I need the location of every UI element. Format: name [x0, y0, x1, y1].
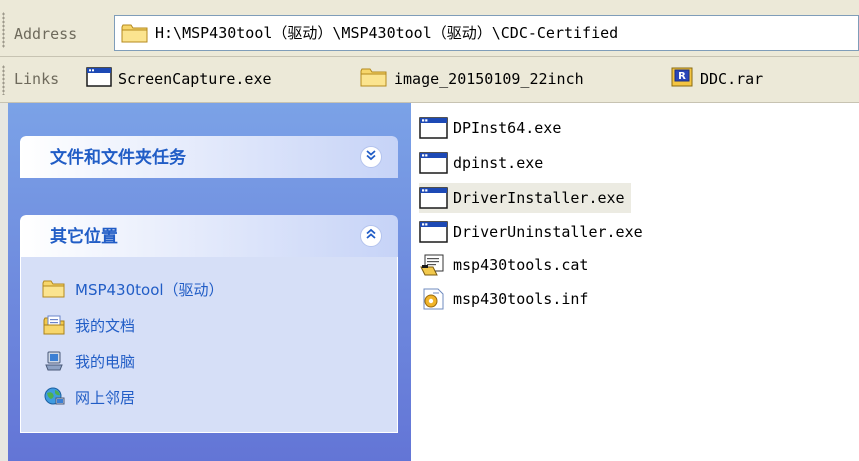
link-label: DDC.rar	[700, 70, 764, 88]
toolbar-grip[interactable]	[2, 65, 5, 95]
pane-edge	[0, 103, 8, 461]
file-name: msp430tools.cat	[453, 256, 589, 274]
folder-icon	[41, 279, 67, 299]
link-label: ScreenCapture.exe	[118, 70, 272, 88]
panel-title: 文件和文件夹任务	[50, 148, 186, 168]
rar-archive-icon: R	[670, 66, 694, 92]
file-name: dpinst.exe	[453, 154, 544, 172]
network-places-icon	[41, 386, 67, 408]
address-input[interactable]: H:\MSP430tool（驱动）\MSP430tool（驱动）\CDC-Cer…	[114, 15, 859, 51]
security-catalog-icon	[419, 253, 453, 277]
file-name: msp430tools.inf	[453, 290, 589, 308]
explorer-window: Address H:\MSP430tool（驱动）\MSP430tool（驱动）…	[0, 0, 859, 461]
toolbar-grip[interactable]	[2, 12, 5, 48]
place-my-documents[interactable]: 我的文档	[41, 311, 135, 339]
other-places-header[interactable]: 其它位置	[20, 215, 398, 257]
place-my-computer[interactable]: 我的电脑	[41, 347, 135, 375]
file-item-dpinst[interactable]: dpinst.exe	[419, 148, 549, 178]
place-network[interactable]: 网上邻居	[41, 383, 135, 411]
expand-chevrons-icon	[365, 149, 377, 165]
other-places-body: MSP430tool（驱动） 我的文档 我的电脑 网上邻居	[20, 257, 398, 433]
file-name: DriverInstaller.exe	[453, 189, 625, 207]
task-pane: 文件和文件夹任务 其它位置 MSP430tool（驱动） 我的文档 我的电脑 网…	[0, 103, 411, 461]
file-tasks-header[interactable]: 文件和文件夹任务	[20, 136, 398, 178]
file-name: DPInst64.exe	[453, 119, 562, 137]
other-places-panel: 其它位置 MSP430tool（驱动） 我的文档 我的电脑 网上邻居	[20, 215, 398, 433]
link-screencapture[interactable]: ScreenCapture.exe	[86, 65, 272, 93]
place-label: 网上邻居	[75, 388, 136, 407]
file-item-msp430tools-inf[interactable]: msp430tools.inf	[419, 284, 594, 314]
address-bar: Address H:\MSP430tool（驱动）\MSP430tool（驱动）…	[0, 0, 859, 57]
window-exe-icon	[419, 116, 453, 140]
file-name: DriverUninstaller.exe	[453, 223, 643, 241]
window-exe-icon	[419, 151, 453, 175]
collapse-chevrons-icon	[365, 228, 377, 244]
window-exe-icon	[86, 66, 112, 92]
window-exe-icon	[419, 220, 453, 244]
link-ddc-rar[interactable]: R DDC.rar	[670, 65, 763, 93]
expand-button[interactable]	[360, 146, 382, 168]
folder-icon	[121, 22, 149, 48]
file-item-driverinstaller[interactable]: DriverInstaller.exe	[419, 183, 631, 213]
file-list: DPInst64.exe dpinst.exe DriverInstaller.…	[411, 103, 859, 461]
collapse-button[interactable]	[360, 225, 382, 247]
folder-icon	[360, 66, 388, 92]
link-image-folder[interactable]: image_20150109_22inch	[360, 65, 584, 93]
address-label: Address	[14, 25, 78, 43]
file-item-dpinst64[interactable]: DPInst64.exe	[419, 113, 567, 143]
svg-text:R: R	[678, 71, 686, 82]
file-item-msp430tools-cat[interactable]: msp430tools.cat	[419, 250, 594, 280]
my-computer-icon	[41, 350, 67, 372]
setup-info-icon	[419, 287, 453, 311]
links-label: Links	[14, 70, 60, 88]
place-label: 我的电脑	[75, 352, 136, 371]
place-label: MSP430tool（驱动）	[75, 280, 224, 299]
file-tasks-panel: 文件和文件夹任务	[20, 136, 398, 178]
links-bar: Links ScreenCapture.exe image_20150109_2…	[0, 57, 859, 103]
panel-title: 其它位置	[50, 227, 118, 247]
address-path: H:\MSP430tool（驱动）\MSP430tool（驱动）\CDC-Cer…	[155, 24, 619, 42]
window-exe-icon	[419, 186, 453, 210]
file-item-driveruninstaller[interactable]: DriverUninstaller.exe	[419, 217, 649, 247]
place-label: 我的文档	[75, 316, 136, 335]
link-label: image_20150109_22inch	[394, 70, 584, 88]
place-msp430tool[interactable]: MSP430tool（驱动）	[41, 275, 224, 303]
my-documents-icon	[41, 314, 67, 336]
